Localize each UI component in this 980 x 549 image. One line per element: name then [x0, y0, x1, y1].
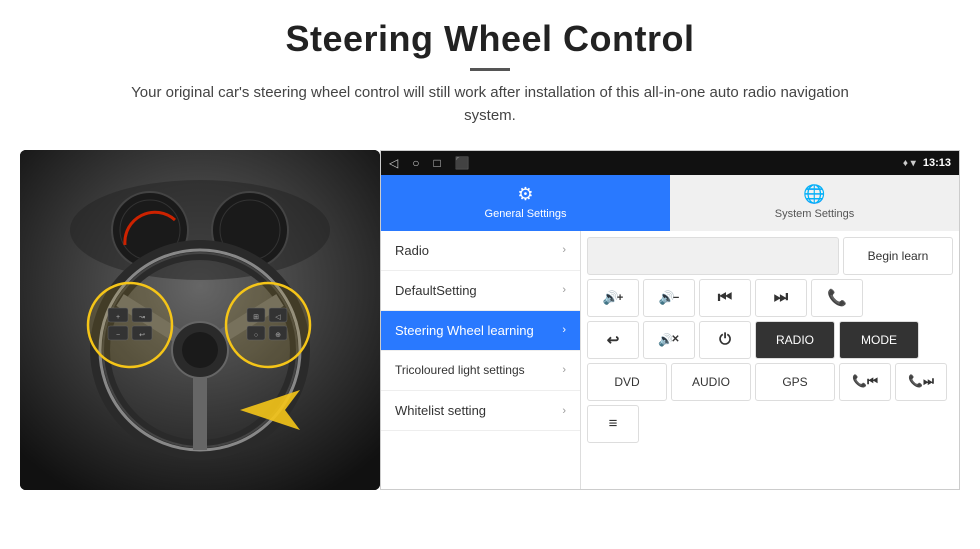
- page-title: Steering Wheel Control: [40, 18, 940, 60]
- car-image-bg: + ↝ − ↩ ⊞ ◁ ○ ⊕: [20, 150, 380, 490]
- android-panel: ◁ ○ □ ⬛ ♦ ▾ 13:13 ⚙ General Settings 🌐: [380, 150, 960, 490]
- volume-down-button[interactable]: 🔊−: [643, 279, 695, 317]
- radio-button[interactable]: RADIO: [755, 321, 835, 359]
- svg-text:−: −: [116, 332, 120, 339]
- svg-text:⊞: ⊞: [253, 314, 259, 321]
- menu-list: Radio › DefaultSetting › Steering Wheel …: [381, 231, 581, 489]
- tab-general-settings[interactable]: ⚙ General Settings: [381, 175, 670, 231]
- tab-bar: ⚙ General Settings 🌐 System Settings: [381, 175, 959, 231]
- content-area: + ↝ − ↩ ⊞ ◁ ○ ⊕: [0, 138, 980, 549]
- signal-icon: ♦ ▾: [903, 158, 916, 169]
- svg-text:↝: ↝: [139, 314, 145, 321]
- chevron-icon: ›: [562, 244, 566, 256]
- gps-button[interactable]: GPS: [755, 363, 835, 401]
- svg-text:+: +: [116, 314, 120, 321]
- car-image-panel: + ↝ − ↩ ⊞ ◁ ○ ⊕: [20, 150, 380, 490]
- gear-icon: ⚙: [517, 184, 533, 205]
- svg-text:↩: ↩: [139, 332, 145, 339]
- home-icon: ○: [412, 156, 419, 170]
- volume-up-button[interactable]: 🔊+: [587, 279, 639, 317]
- back-icon: ◁: [389, 156, 398, 170]
- menu-item-tricoloured[interactable]: Tricoloured light settings ›: [381, 351, 580, 392]
- begin-learn-button[interactable]: Begin learn: [843, 237, 953, 275]
- phone-next-button[interactable]: 📞⏭: [895, 363, 947, 401]
- dvd-button[interactable]: DVD: [587, 363, 667, 401]
- control-panel: Begin learn 🔊+ 🔊− ⏮ ⏭ 📞: [581, 231, 959, 489]
- mode-button[interactable]: MODE: [839, 321, 919, 359]
- menu-item-radio[interactable]: Radio ›: [381, 231, 580, 271]
- next-track-button[interactable]: ⏭: [755, 279, 807, 317]
- ctrl-row-3: ↩ 🔊✕ ⏻ RADIO MODE: [587, 321, 953, 359]
- audio-button[interactable]: AUDIO: [671, 363, 751, 401]
- status-time: ♦ ▾ 13:13: [903, 157, 951, 169]
- globe-icon: 🌐: [803, 184, 825, 205]
- chevron-icon: ›: [562, 324, 566, 336]
- list-button[interactable]: ≡: [587, 405, 639, 443]
- status-bar: ◁ ○ □ ⬛ ♦ ▾ 13:13: [381, 151, 959, 175]
- svg-text:○: ○: [254, 332, 258, 339]
- svg-text:◁: ◁: [275, 314, 281, 321]
- subtitle: Your original car's steering wheel contr…: [130, 81, 850, 128]
- power-button[interactable]: ⏻: [699, 321, 751, 359]
- menu-item-whitelist[interactable]: Whitelist setting ›: [381, 391, 580, 431]
- prev-track-button[interactable]: ⏮: [699, 279, 751, 317]
- steering-wheel-svg: + ↝ − ↩ ⊞ ◁ ○ ⊕: [20, 150, 380, 490]
- header-section: Steering Wheel Control Your original car…: [0, 0, 980, 138]
- ctrl-row-2: 🔊+ 🔊− ⏮ ⏭ 📞: [587, 279, 953, 317]
- ctrl-empty-box: [587, 237, 839, 275]
- ctrl-row-1: Begin learn: [587, 237, 953, 275]
- ctrl-row-4: DVD AUDIO GPS 📞⏮ 📞⏭: [587, 363, 953, 401]
- menu-item-default-setting[interactable]: DefaultSetting ›: [381, 271, 580, 311]
- recents-icon: □: [433, 156, 440, 170]
- tab-system-settings[interactable]: 🌐 System Settings: [670, 175, 959, 231]
- phone-button[interactable]: 📞: [811, 279, 863, 317]
- page-wrapper: Steering Wheel Control Your original car…: [0, 0, 980, 549]
- chevron-icon: ›: [562, 405, 566, 417]
- menu-item-steering-wheel[interactable]: Steering Wheel learning ›: [381, 311, 580, 351]
- title-divider: [470, 68, 510, 71]
- status-left: ◁ ○ □ ⬛: [389, 156, 470, 170]
- chevron-icon: ›: [562, 364, 566, 376]
- mute-button[interactable]: 🔊✕: [643, 321, 695, 359]
- svg-text:⊕: ⊕: [275, 332, 281, 339]
- chevron-icon: ›: [562, 284, 566, 296]
- media-icon: ⬛: [455, 156, 470, 170]
- main-content: Radio › DefaultSetting › Steering Wheel …: [381, 231, 959, 489]
- call-back-button[interactable]: ↩: [587, 321, 639, 359]
- ctrl-row-5: ≡: [587, 405, 953, 443]
- phone-prev-button[interactable]: 📞⏮: [839, 363, 891, 401]
